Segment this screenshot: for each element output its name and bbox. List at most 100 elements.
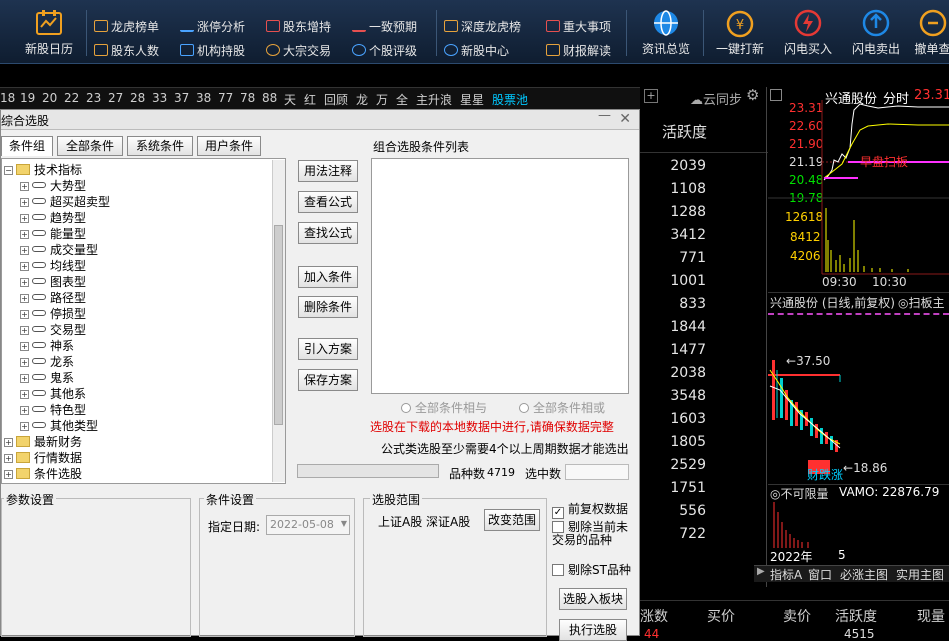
expand-icon[interactable]: + [20,390,29,399]
import-plan-button[interactable]: 引入方案 [298,338,358,360]
tree-node[interactable]: + 神系 [20,337,74,353]
chart-tab[interactable]: 窗口 [808,566,832,583]
tab-item[interactable]: 38 [196,91,211,107]
expand-icon[interactable]: + [20,406,29,415]
expand-icon[interactable]: + [4,454,13,463]
column-header[interactable]: 现量 [917,606,945,626]
cancel-order-button[interactable]: 撤单查 [910,6,949,62]
view-formula-button[interactable]: 查看公式 [298,191,358,213]
tree-node[interactable]: + 鬼系 [20,369,74,385]
expand-icon[interactable]: + [20,342,29,351]
kline-title[interactable]: 兴通股份 (日线,前复权) [770,294,895,311]
expand-icon[interactable]: + [20,262,29,271]
tab-item[interactable]: 37 [174,91,189,107]
tab-item[interactable]: 20 [42,91,57,107]
expand-icon[interactable]: + [20,326,29,335]
tree-node[interactable]: + 均线型 [20,257,86,273]
cloud-sync[interactable]: ☁云同步 [690,89,742,108]
tree-node[interactable]: + 趋势型 [20,209,86,225]
shareholder-increase-button[interactable]: 股东增持 [266,18,331,36]
tab-item[interactable]: 22 [64,91,79,107]
plus-icon[interactable]: + [644,89,658,103]
minimize-icon[interactable]: — [598,108,611,123]
tree-node[interactable]: + 超买超卖型 [20,193,110,209]
tab-item[interactable]: 主升浪 [416,91,452,107]
consensus-forecast-button[interactable]: 一致预期 [352,18,417,36]
add-to-block-button[interactable]: 选股入板块 [559,588,627,610]
flash-sell-button[interactable]: 闪电卖出 [844,6,908,62]
expand-icon[interactable]: + [20,278,29,287]
chart-tab[interactable]: 必涨主图 [840,566,888,583]
tree-node-finance[interactable]: + 最新财务 [4,433,82,449]
tree-node[interactable]: + 其他类型 [20,417,98,433]
tree-node[interactable]: + 路径型 [20,289,86,305]
exclude-untraded-checkbox[interactable]: 剔除当前未交易的品种 [552,521,636,547]
tab-system-conditions[interactable]: 系统条件 [127,136,193,156]
tree-scroll-thumb[interactable] [274,225,283,425]
activity-column-header[interactable]: 活跃度 [662,121,707,142]
tree-node[interactable]: + 交易型 [20,321,86,337]
expand-icon[interactable]: + [20,198,29,207]
tree-node-condition-select[interactable]: + 条件选股 [4,465,82,481]
radio-or[interactable]: 全部条件相或 [519,399,605,416]
add-condition-button[interactable]: 加入条件 [298,266,358,288]
tab-item[interactable]: 龙 [356,91,368,107]
tree-node-technical[interactable]: − 技术指标 [4,161,82,177]
tab-item[interactable]: 回顾 [324,91,348,107]
exclude-st-checkbox[interactable]: 剔除ST品种 [552,561,631,578]
major-events-button[interactable]: 重大事项 [546,18,611,36]
column-header[interactable]: 买价 [707,606,735,626]
flash-buy-button[interactable]: 闪电买入 [776,6,840,62]
stock-rating-button[interactable]: 个股评级 [352,42,417,60]
intraday-chart[interactable]: 早盘扫板 [768,100,949,290]
tree-node[interactable]: + 能量型 [20,225,86,241]
condition-list[interactable] [371,158,629,394]
delete-condition-button[interactable]: 删除条件 [298,296,358,318]
expand-icon[interactable]: + [4,470,13,479]
tab-item[interactable]: 星星 [460,91,484,107]
tab-item[interactable]: 27 [108,91,123,107]
block-trade-button[interactable]: 大宗交易 [266,42,331,60]
chart-tab[interactable]: 实用主图 [896,566,944,583]
tab-item[interactable]: 23 [86,91,101,107]
expand-icon[interactable]: + [20,246,29,255]
column-header[interactable]: 活跃度 [835,606,877,626]
tab-item[interactable]: 万 [376,91,388,107]
kline-chart[interactable] [768,340,949,480]
tree-node[interactable]: + 停损型 [20,305,86,321]
save-plan-button[interactable]: 保存方案 [298,369,358,391]
new-stock-center-button[interactable]: 新股中心 [444,42,509,60]
dialog-titlebar[interactable]: 综合选股 — ✕ [1,108,639,130]
tab-item[interactable]: 红 [304,91,316,107]
find-formula-button[interactable]: 查找公式 [298,222,358,244]
expand-icon[interactable]: + [20,214,29,223]
change-range-button[interactable]: 改变范围 [484,509,540,531]
expand-icon[interactable]: + [4,438,13,447]
expand-icon[interactable]: + [20,358,29,367]
tab-user-conditions[interactable]: 用户条件 [197,136,261,156]
condition-tree[interactable]: − 技术指标 + 大势型 + 超买超卖型 + 趋势型 + 能量型 + 成交量型 + 均线型 +… [1,158,286,484]
tab-item-active[interactable]: 股票池 [492,91,528,107]
news-overview-button[interactable]: 资讯总览 [634,6,698,62]
close-icon[interactable]: ✕ [619,111,631,127]
financial-report-button[interactable]: 财报解读 [546,42,611,60]
tab-condition-group[interactable]: 条件组 [1,136,53,156]
deep-dragon-tiger-button[interactable]: 深度龙虎榜 [444,18,521,36]
tab-scroll-icon[interactable]: ▶ [757,566,765,577]
tab-item[interactable]: 88 [262,91,277,107]
tree-node[interactable]: + 大势型 [20,177,86,193]
new-stock-calendar-button[interactable]: 新股日历 [17,6,81,62]
tree-node-market[interactable]: + 行情数据 [4,449,82,465]
tab-item[interactable]: 天 [284,91,296,107]
limit-up-analysis-button[interactable]: 涨停分析 [180,18,245,36]
radio-and[interactable]: 全部条件相与 [401,399,487,416]
gear-icon[interactable]: ⚙ [746,86,759,104]
expand-icon[interactable]: + [20,422,29,431]
date-picker[interactable]: 2022-05-08 ▼ [266,515,350,535]
expand-icon[interactable]: + [20,374,29,383]
one-click-ipo-button[interactable]: ¥ 一键打新 [708,6,772,62]
tree-node[interactable]: + 龙系 [20,353,74,369]
column-header[interactable]: 卖价 [783,606,811,626]
shareholder-count-button[interactable]: 股东人数 [94,42,159,60]
tab-item[interactable]: 28 [130,91,145,107]
